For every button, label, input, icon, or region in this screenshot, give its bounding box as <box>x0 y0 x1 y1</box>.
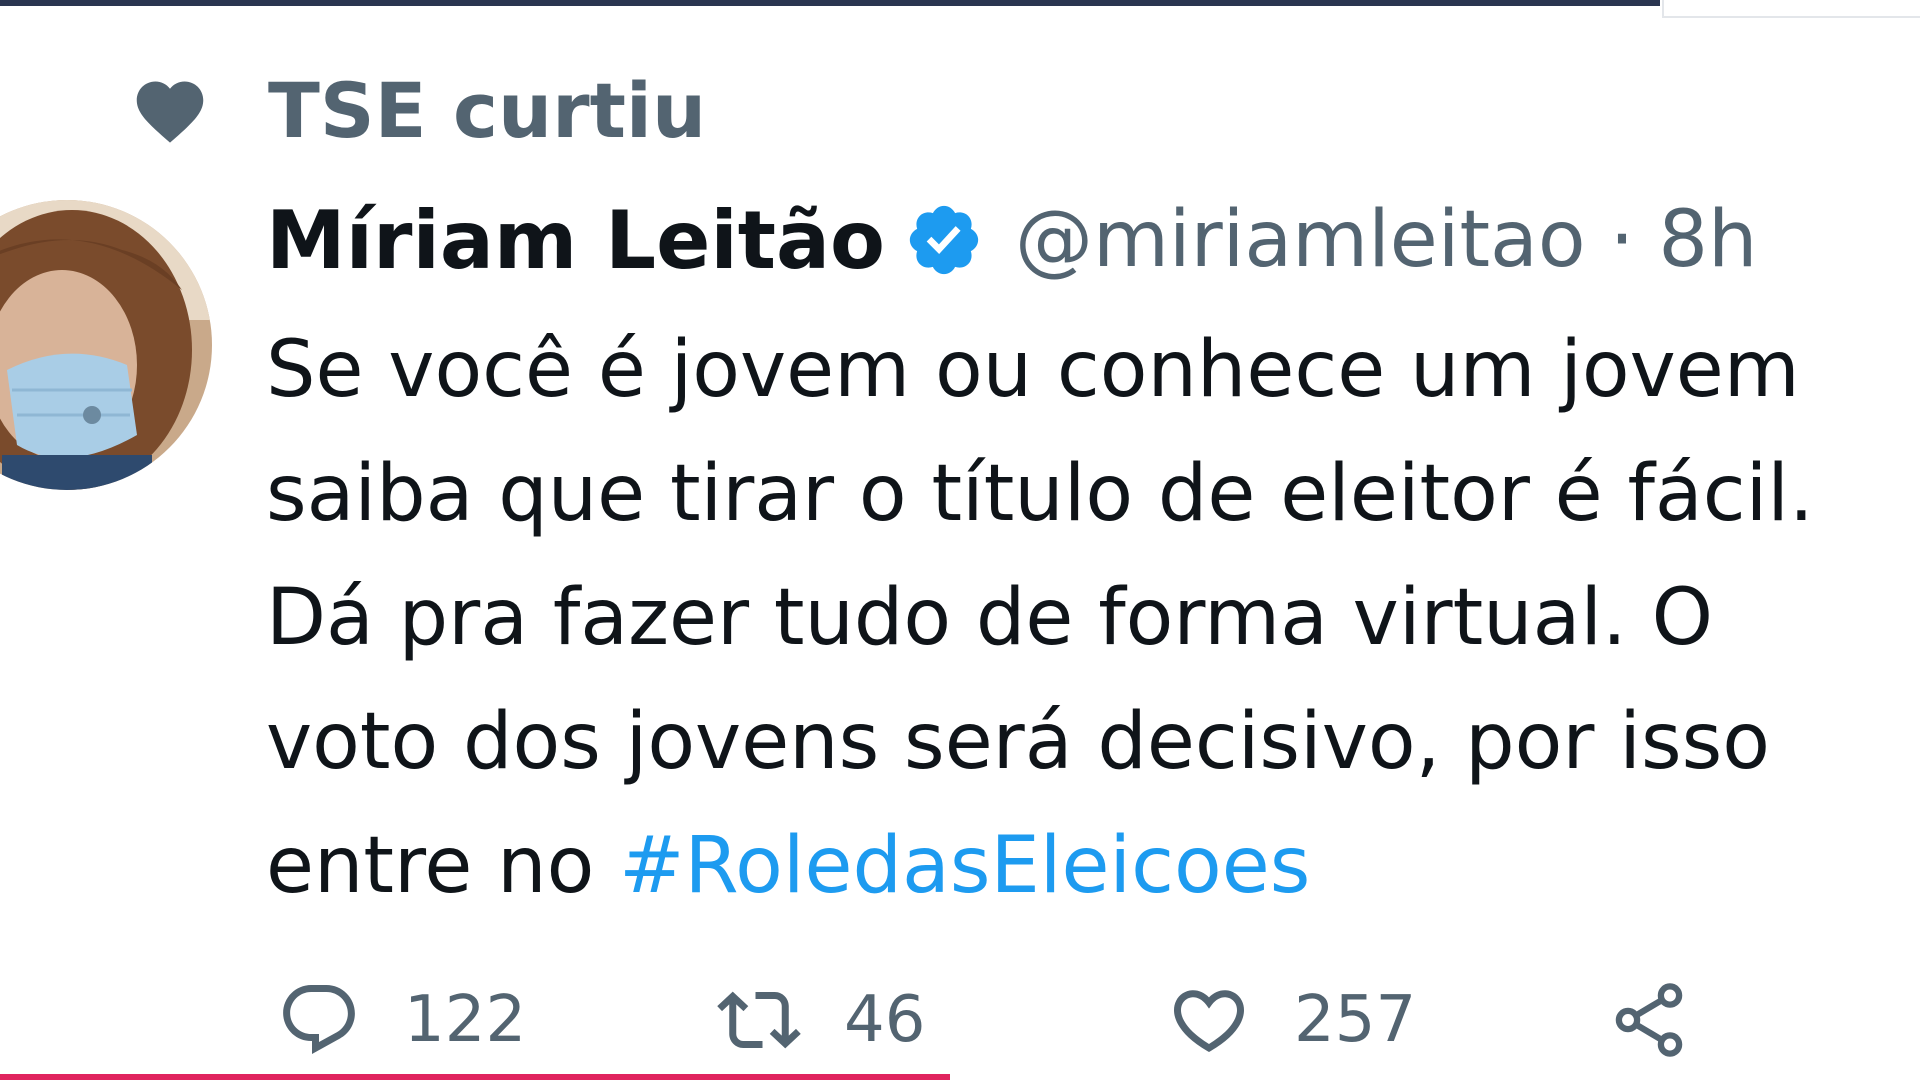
author-handle[interactable]: @miriamleitao <box>1015 195 1586 285</box>
like-button[interactable]: 257 <box>1166 970 1416 1070</box>
bottom-accent-bar <box>0 1074 950 1080</box>
tweet-timestamp[interactable]: 8h <box>1658 195 1757 285</box>
tweet-text-line-last: entre no #RoledasEleicoes <box>266 804 1916 928</box>
heart-outline-icon <box>1166 977 1252 1063</box>
like-count: 257 <box>1294 983 1417 1057</box>
verified-badge-icon <box>903 199 985 281</box>
liked-by-text: TSE curtiu <box>268 65 707 155</box>
separator-dot: · <box>1609 195 1635 285</box>
tweet-header: Míriam Leitão @miriamleitao · 8h <box>266 190 1757 290</box>
tweet-text-line: saiba que tirar o título de eleitor é fá… <box>266 449 1814 539</box>
tweet-text-line: Dá pra fazer tudo de forma virtual. O <box>266 573 1714 663</box>
tweet-text: Se você é jovem ou conhece um jovem saib… <box>266 308 1916 928</box>
retweet-icon <box>716 977 802 1063</box>
tweet-text-line: Se você é jovem ou conhece um jovem <box>266 325 1800 415</box>
retweet-button[interactable]: 46 <box>716 970 925 1070</box>
top-divider <box>0 0 1660 6</box>
reply-count: 122 <box>404 983 527 1057</box>
tweet-text-line: voto dos jovens será decisivo, por isso <box>266 697 1770 787</box>
reply-button[interactable]: 122 <box>276 970 526 1070</box>
heart-filled-icon <box>130 70 210 150</box>
tweet-text-fragment: entre no <box>266 821 620 911</box>
hashtag-link[interactable]: #RoledasEleicoes <box>619 821 1310 911</box>
reply-icon <box>276 977 362 1063</box>
tweet-actions: 122 46 257 <box>276 970 1716 1070</box>
retweet-count: 46 <box>844 983 926 1057</box>
top-right-panel <box>1662 0 1920 18</box>
share-button[interactable] <box>1606 970 1692 1070</box>
avatar[interactable] <box>0 200 212 490</box>
share-icon <box>1606 977 1692 1063</box>
tweet-screenshot: TSE curtiu Míriam Leitão @miriamleitao ·… <box>0 0 1920 1080</box>
author-display-name[interactable]: Míriam Leitão <box>266 194 885 287</box>
social-context[interactable]: TSE curtiu <box>130 60 706 160</box>
